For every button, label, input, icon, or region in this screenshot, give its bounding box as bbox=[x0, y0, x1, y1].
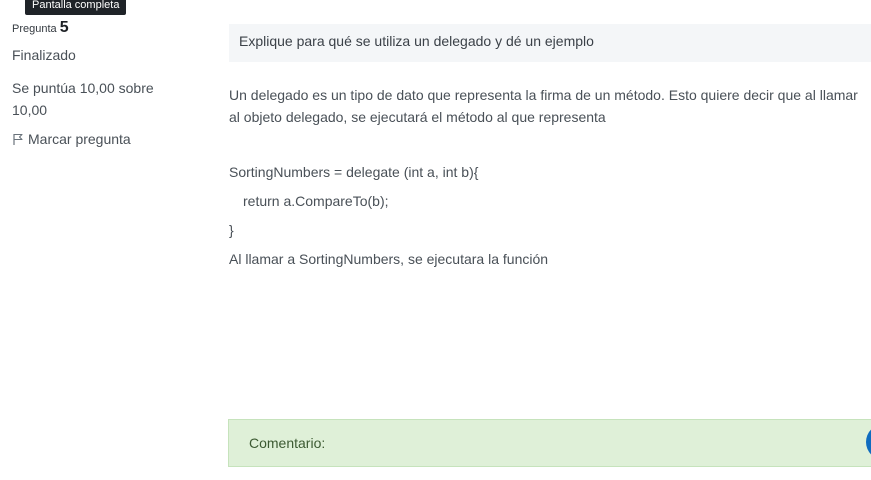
flag-icon bbox=[12, 132, 24, 146]
quiz-review-page: Pantalla completa Pregunta 5 Finalizado … bbox=[0, 0, 871, 480]
flag-question-link[interactable]: Marcar pregunta bbox=[12, 131, 202, 147]
comment-label: Comentario: bbox=[249, 435, 326, 451]
answer-paragraph: Un delegado es un tipo de dato que repre… bbox=[229, 87, 858, 125]
comment-box: Comentario: bbox=[228, 419, 871, 467]
code-line: } bbox=[229, 222, 234, 238]
fullscreen-tooltip: Pantalla completa bbox=[25, 0, 127, 15]
question-number-value: 5 bbox=[59, 19, 69, 36]
question-grade: Se puntúa 10,00 sobre 10,00 bbox=[12, 80, 154, 118]
flag-question-label: Marcar pregunta bbox=[28, 131, 131, 147]
answer-closing: Al llamar a SortingNumbers, se ejecutara… bbox=[229, 251, 549, 267]
question-label: Pregunta bbox=[12, 23, 57, 35]
answer-text: Un delegado es un tipo de dato que repre… bbox=[229, 84, 859, 274]
question-text: Explique para qué se utiliza un delegado… bbox=[229, 24, 871, 62]
question-info-panel: Pregunta 5 Finalizado Se puntúa 10,00 so… bbox=[12, 16, 202, 147]
code-line: SortingNumbers = delegate (int a, int b)… bbox=[229, 164, 479, 180]
code-line: return a.CompareTo(b); bbox=[243, 193, 389, 209]
question-state: Finalizado bbox=[12, 47, 76, 63]
question-number: Pregunta 5 bbox=[12, 16, 202, 41]
